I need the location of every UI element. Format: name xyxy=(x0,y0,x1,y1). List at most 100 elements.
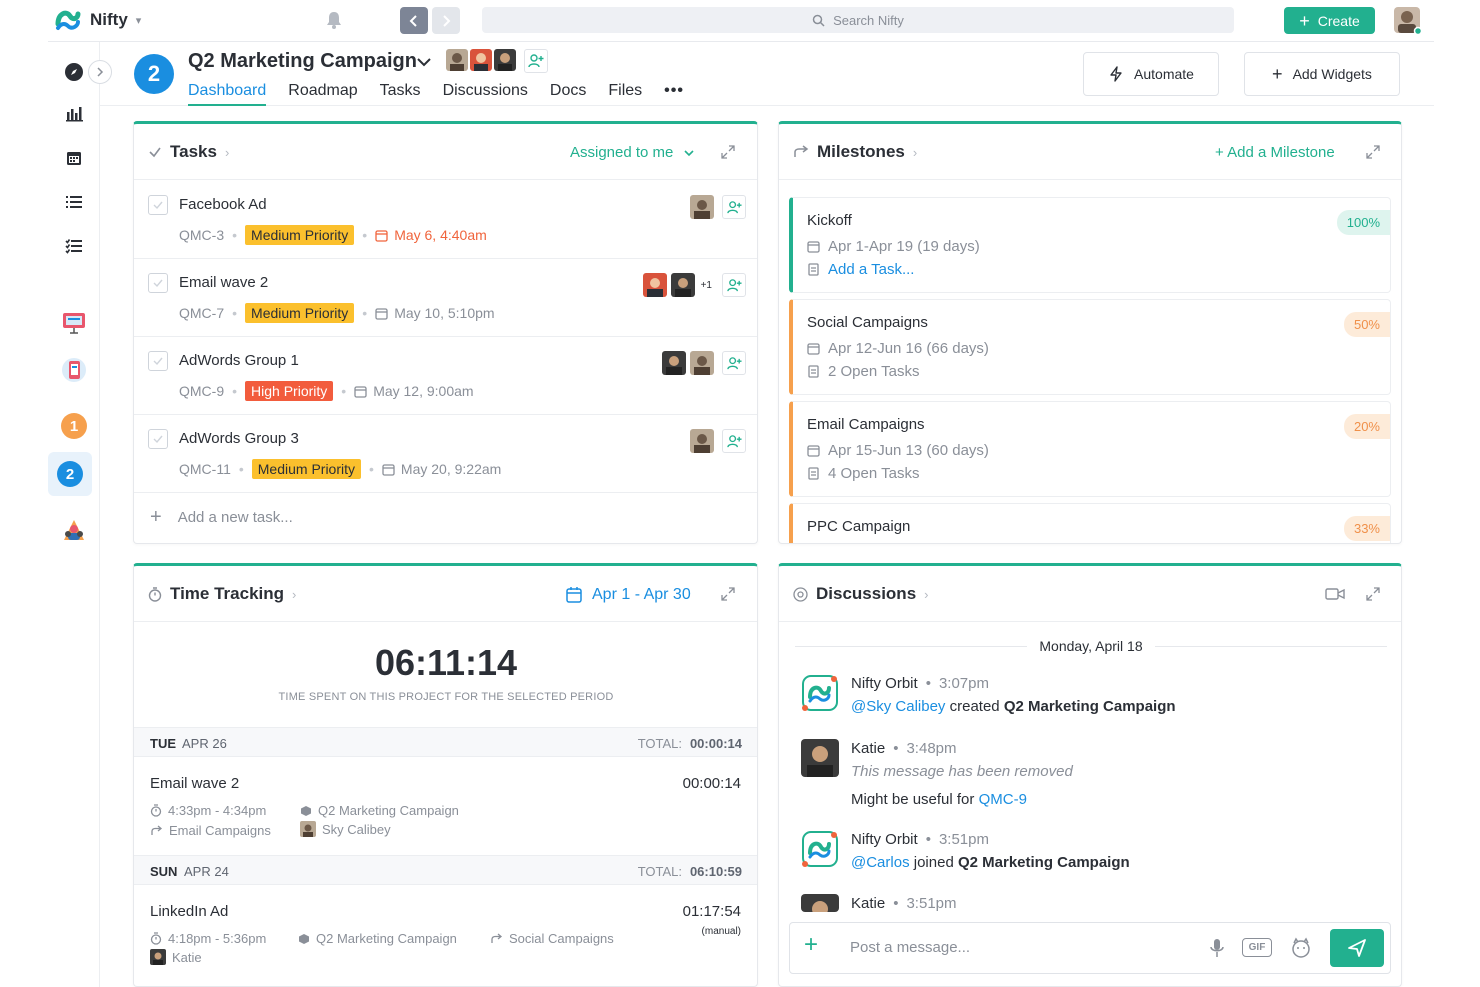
assignee-avatar[interactable] xyxy=(662,351,686,375)
milestone-tasks[interactable]: 4 Open Tasks xyxy=(807,465,919,482)
chevron-down-icon[interactable] xyxy=(416,54,432,70)
entry-name[interactable]: LinkedIn Ad xyxy=(150,903,228,920)
back-button[interactable] xyxy=(400,7,428,34)
automate-button[interactable]: Automate xyxy=(1083,52,1219,96)
tab-tasks[interactable]: Tasks xyxy=(380,82,421,106)
task-id[interactable]: QMC-11 xyxy=(179,461,231,477)
add-task-input[interactable]: + Add a new task... xyxy=(150,507,293,527)
priority-badge[interactable]: High Priority xyxy=(245,381,334,401)
sidebar-project-team[interactable] xyxy=(58,514,90,546)
tab-roadmap[interactable]: Roadmap xyxy=(288,82,357,106)
milestones-widget-title[interactable]: Milestones › xyxy=(793,142,917,162)
milestone-card[interactable]: Social Campaigns Apr 12-Jun 16 (66 days)… xyxy=(789,299,1391,395)
milestone-tasks[interactable]: Add a Task... xyxy=(807,261,914,278)
sidebar-project-2[interactable]: 2 xyxy=(48,452,92,496)
entry-project[interactable]: Q2 Marketing Campaign xyxy=(300,803,459,818)
task-name[interactable]: AdWords Group 3 xyxy=(179,430,299,447)
task-id[interactable]: QMC-3 xyxy=(179,227,224,243)
due-date[interactable]: May 10, 5:10pm xyxy=(375,305,495,321)
due-date[interactable]: May 6, 4:40am xyxy=(375,227,487,243)
search-input[interactable]: Search Nifty xyxy=(482,7,1234,33)
task-name[interactable]: AdWords Group 1 xyxy=(179,352,299,369)
project-members[interactable] xyxy=(446,49,548,73)
task-name[interactable]: Facebook Ad xyxy=(179,196,267,213)
discussions-title[interactable]: Discussions › xyxy=(793,584,929,604)
task-row[interactable]: Email wave 2 QMC-7 • Medium Priority • M… xyxy=(134,259,757,337)
expand-button[interactable] xyxy=(1361,140,1385,164)
add-milestone-button[interactable]: + Add a Milestone xyxy=(1215,144,1335,161)
entry-user[interactable]: Sky Calibey xyxy=(300,821,391,837)
milestone-card[interactable]: Email Campaigns Apr 15-Jun 13 (60 days) … xyxy=(789,401,1391,497)
create-button[interactable]: + Create xyxy=(1284,7,1375,34)
emoji-icon[interactable] xyxy=(1290,937,1312,959)
assignee-avatar[interactable] xyxy=(642,273,667,297)
attach-plus-button[interactable]: + xyxy=(804,933,818,957)
more-assignees-count[interactable]: +1 xyxy=(701,280,712,291)
assign-button[interactable] xyxy=(722,273,746,297)
tab-dashboard[interactable]: Dashboard xyxy=(188,82,267,106)
tasks-widget-title[interactable]: Tasks › xyxy=(148,142,229,162)
workspace-switcher[interactable]: Nifty ▾ xyxy=(54,6,141,34)
expand-button[interactable] xyxy=(716,582,740,606)
sidebar-project-phone[interactable] xyxy=(58,354,90,386)
task-link[interactable]: QMC-9 xyxy=(979,791,1027,808)
sidebar-project-1[interactable]: 1 xyxy=(58,410,90,442)
sidebar-item-calendar[interactable] xyxy=(58,142,90,174)
date-range-picker[interactable]: Apr 1 - Apr 30 xyxy=(566,586,691,604)
task-id[interactable]: QMC-7 xyxy=(179,305,224,321)
assign-button[interactable] xyxy=(722,195,746,219)
microphone-icon[interactable] xyxy=(1210,938,1224,958)
assign-button[interactable] xyxy=(722,429,746,453)
tab-files[interactable]: Files xyxy=(608,82,642,106)
entry-user[interactable]: Katie xyxy=(150,949,202,965)
add-widgets-button[interactable]: + Add Widgets xyxy=(1244,52,1400,96)
gif-button[interactable]: GIF xyxy=(1242,938,1272,957)
assignee-avatar[interactable] xyxy=(690,429,714,453)
milestone-card[interactable]: Kickoff Apr 1-Apr 19 (19 days) Add a Tas… xyxy=(789,197,1391,293)
entry-name[interactable]: Email wave 2 xyxy=(150,775,239,792)
priority-badge[interactable]: Medium Priority xyxy=(245,303,355,323)
sidebar-item-explore[interactable] xyxy=(58,56,90,88)
priority-badge[interactable]: Medium Priority xyxy=(245,225,355,245)
task-row[interactable]: Facebook Ad QMC-3 • Medium Priority • Ma… xyxy=(134,181,757,259)
user-mention[interactable]: @Carlos xyxy=(851,854,910,871)
time-tracking-title[interactable]: Time Tracking › xyxy=(148,584,296,604)
task-checkbox[interactable] xyxy=(148,273,168,293)
sidebar-item-reports[interactable] xyxy=(58,98,90,130)
assignee-avatar[interactable] xyxy=(690,195,714,219)
task-checkbox[interactable] xyxy=(148,351,168,371)
more-tabs-button[interactable]: ••• xyxy=(664,82,684,106)
assign-button[interactable] xyxy=(722,351,746,375)
assignee-avatar[interactable] xyxy=(670,273,695,297)
due-date[interactable]: May 20, 9:22am xyxy=(382,461,501,477)
user-mention[interactable]: @Sky Calibey xyxy=(851,698,945,715)
expand-button[interactable] xyxy=(1361,582,1385,606)
send-button[interactable] xyxy=(1330,929,1384,967)
tab-discussions[interactable]: Discussions xyxy=(443,82,528,106)
task-checkbox[interactable] xyxy=(148,429,168,449)
project-title[interactable]: Q2 Marketing Campaign xyxy=(188,50,417,73)
entry-milestone[interactable]: Social Campaigns xyxy=(490,931,614,946)
message-author[interactable]: Nifty Orbit xyxy=(851,831,918,848)
add-task-link[interactable]: Add a Task... xyxy=(828,261,914,278)
task-name[interactable]: Email wave 2 xyxy=(179,274,268,291)
sidebar-toggle-button[interactable] xyxy=(88,60,112,84)
video-call-button[interactable] xyxy=(1323,582,1347,606)
message-author[interactable]: Katie xyxy=(851,895,885,912)
message-input[interactable]: Post a message... xyxy=(850,939,970,956)
entry-project[interactable]: Q2 Marketing Campaign xyxy=(298,931,457,946)
sidebar-item-list[interactable] xyxy=(58,186,90,218)
tasks-filter-dropdown[interactable]: Assigned to me xyxy=(570,144,695,161)
milestone-tasks[interactable]: 2 Open Tasks xyxy=(807,363,919,380)
message-author[interactable]: Katie xyxy=(851,740,885,757)
user-avatar[interactable] xyxy=(1392,5,1422,35)
sidebar-item-tasks[interactable] xyxy=(58,230,90,262)
add-member-button[interactable] xyxy=(524,49,548,73)
task-row[interactable]: AdWords Group 1 QMC-9 • High Priority • … xyxy=(134,337,757,415)
task-checkbox[interactable] xyxy=(148,195,168,215)
tab-docs[interactable]: Docs xyxy=(550,82,586,106)
assignee-avatar[interactable] xyxy=(690,351,714,375)
entry-milestone[interactable]: Email Campaigns xyxy=(150,823,271,838)
expand-button[interactable] xyxy=(716,140,740,164)
task-row[interactable]: AdWords Group 3 QMC-11 • Medium Priority… xyxy=(134,415,757,493)
